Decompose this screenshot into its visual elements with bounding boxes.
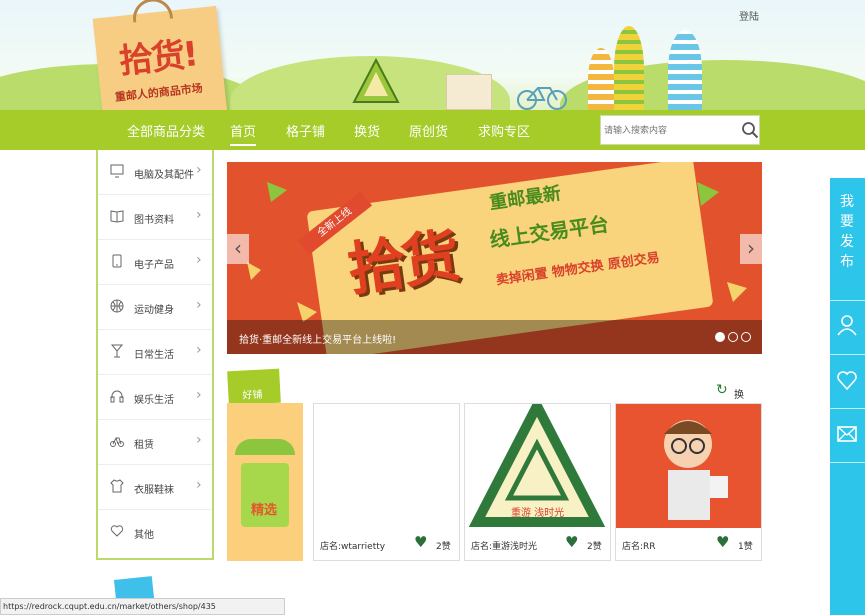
nav-exchange[interactable]: 换货 (354, 121, 380, 140)
nav-home[interactable]: 首页 (230, 121, 257, 146)
nav-grid-shops[interactable]: 格子铺 (286, 121, 325, 140)
category-clothing[interactable]: 衣服鞋袜 › (98, 465, 212, 510)
chevron-right-icon: › (196, 477, 202, 493)
basketball-icon (110, 299, 124, 313)
carousel-dot[interactable] (728, 332, 738, 342)
carousel-next-button[interactable]: › (740, 234, 762, 264)
nav-original[interactable]: 原创货 (409, 121, 448, 140)
category-label: 图书资料 (134, 215, 174, 226)
svg-text:重游 浅时光: 重游 浅时光 (511, 506, 564, 519)
category-other[interactable]: 其他 (98, 510, 212, 555)
shop-image (314, 404, 459, 528)
heart-icon[interactable]: ♥ (565, 533, 578, 551)
category-label: 衣服鞋袜 (134, 485, 174, 496)
carousel-prev-button[interactable]: ‹ (227, 234, 249, 264)
chevron-right-icon: › (196, 207, 202, 223)
chevron-right-icon: › (196, 342, 202, 358)
login-link[interactable]: 登陆 (739, 8, 759, 23)
bicycle-icon (110, 437, 124, 447)
logo-subtitle: 重邮人的商品市场 (114, 81, 204, 104)
refresh-icon: ↻ (716, 382, 728, 398)
badge-illustration (352, 58, 400, 103)
shop-name: 店名:RR (622, 542, 656, 552)
phone-icon (112, 254, 122, 268)
category-rental[interactable]: 租赁 › (98, 420, 212, 465)
chevron-right-icon: › (196, 432, 202, 448)
carousel-dot[interactable] (741, 332, 751, 342)
floating-action-bar: 我要发布 (830, 178, 865, 615)
search-input[interactable] (604, 122, 734, 140)
chevron-right-icon: › (196, 387, 202, 403)
mail-icon[interactable] (836, 423, 858, 445)
bag-illustration (446, 74, 492, 110)
category-electronics[interactable]: 电子产品 › (98, 240, 212, 285)
shop-likes: 2赞 (436, 542, 451, 552)
category-label: 租赁 (134, 440, 154, 451)
shop-likes: 2赞 (587, 542, 602, 552)
category-entertainment[interactable]: 娱乐生活 › (98, 375, 212, 420)
section-tag: 好铺 (227, 368, 281, 406)
heart-icon[interactable]: ♥ (414, 533, 427, 551)
featured-card[interactable]: 精选 (227, 403, 303, 561)
category-label: 电子产品 (134, 260, 174, 271)
status-bar-url: https://redrock.cqupt.edu.cn/market/othe… (0, 598, 285, 615)
category-label: 日常生活 (134, 350, 174, 361)
category-label: 其他 (134, 530, 154, 541)
shop-name: 店名:重游浅时光 (471, 542, 538, 552)
shop-card[interactable]: 店名:RR ♥ 1赞 (615, 403, 762, 561)
heart-icon[interactable]: ♥ (716, 533, 729, 551)
nav-wanted[interactable]: 求购专区 (478, 121, 530, 140)
carousel-dot[interactable] (715, 332, 725, 342)
category-label: 娱乐生活 (134, 395, 174, 406)
caption-bar: 拾货·重邮全新线上交易平台上线啦! (227, 320, 762, 354)
slide-caption[interactable]: 拾货·重邮全新线上交易平台上线啦! (239, 331, 396, 346)
sail-illustration (668, 30, 702, 110)
category-sports[interactable]: 运动健身 › (98, 285, 212, 330)
heart-icon[interactable] (836, 369, 858, 391)
shop-image (616, 404, 761, 528)
chevron-right-icon: › (196, 297, 202, 313)
category-sidebar: 电脑及其配件 › 图书资料 › 电子产品 › 运动健身 › 日常生活 › 娱乐生… (96, 150, 214, 560)
category-label: 运动健身 (134, 305, 174, 316)
slide-title: 拾货 (343, 221, 460, 305)
chevron-right-icon: › (196, 162, 202, 178)
shop-card[interactable]: 重游 浅时光 店名:重游浅时光 ♥ 2赞 (464, 403, 611, 561)
section-label: 好铺 (242, 389, 263, 402)
shop-name: 店名:wtarrietty (320, 542, 386, 552)
shop-image: 重游 浅时光 (468, 404, 606, 527)
bicycle-illustration (517, 87, 567, 110)
page: 登陆 拾货! 重邮人的商品市场 全部商品分类 首页 格子铺 换货 原创货 求购专… (0, 0, 865, 615)
publish-button[interactable]: 我要发布 (839, 192, 855, 272)
category-books[interactable]: 图书资料 › (98, 195, 212, 240)
book-icon (110, 210, 124, 223)
sail-illustration (614, 26, 644, 110)
shop-likes: 1赞 (738, 542, 753, 552)
shop-card[interactable]: 店名:wtarrietty ♥ 2赞 (313, 403, 460, 561)
headphones-icon (110, 390, 124, 403)
search-box (600, 115, 760, 145)
category-computers[interactable]: 电脑及其配件 › (98, 150, 212, 195)
shirt-icon (110, 479, 124, 493)
user-icon[interactable] (836, 314, 858, 336)
featured-label: 精选 (251, 503, 278, 518)
cup-icon (110, 344, 124, 358)
chevron-right-icon: › (196, 252, 202, 268)
banner-carousel[interactable]: 全新上线 拾货 重邮最新 线上交易平台 卖掉闲置 物物交换 原创交易 ‹ › 拾… (227, 162, 762, 354)
sail-illustration (588, 48, 614, 110)
logo[interactable]: 拾货! 重邮人的商品市场 (92, 0, 228, 127)
monitor-icon (110, 164, 124, 178)
nav-all-categories[interactable]: 全部商品分类 (127, 121, 205, 140)
search-icon[interactable] (741, 121, 759, 139)
heart-icon (110, 525, 124, 537)
category-label: 电脑及其配件 (134, 170, 194, 181)
category-daily-life[interactable]: 日常生活 › (98, 330, 212, 375)
logo-title: 拾货! (117, 34, 199, 83)
